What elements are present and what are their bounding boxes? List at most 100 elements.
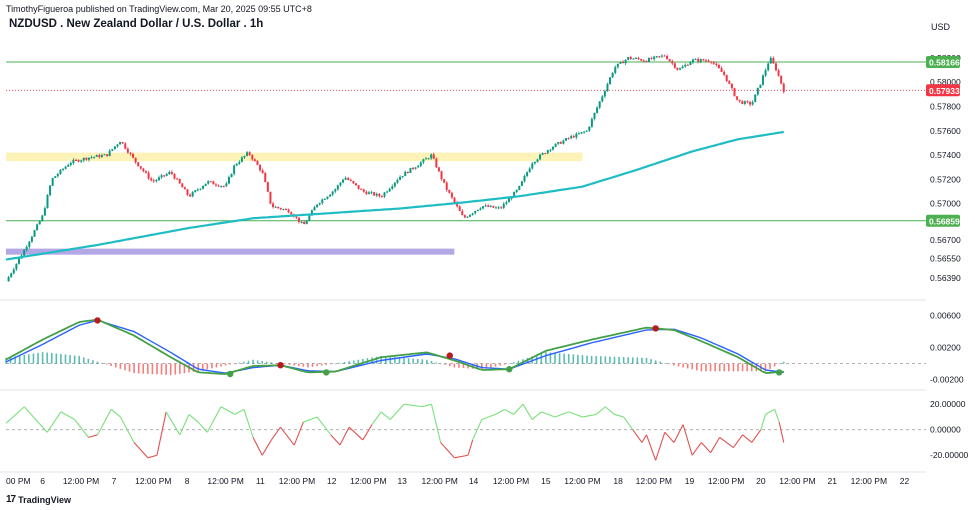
histogram-bar [668, 363, 671, 365]
candle-body [300, 221, 303, 223]
histogram-bar [403, 357, 405, 364]
time-axis-label: 12:00 PM [135, 476, 171, 486]
candle-body [679, 68, 682, 70]
momentum-segment [243, 409, 254, 438]
time-axis-label: 12:00 PM [564, 476, 600, 486]
histogram-bar [654, 360, 657, 364]
time-axis-label: 8 [185, 476, 190, 486]
candle-body [230, 173, 233, 178]
histogram-bar [73, 355, 76, 364]
sell-signal-dot [277, 362, 284, 369]
histogram-bar [311, 363, 314, 367]
histogram-bar [247, 360, 250, 364]
candle-body [137, 162, 140, 167]
candle-body [207, 181, 210, 184]
histogram-bar [156, 363, 158, 375]
candle-body [77, 159, 80, 162]
candle-body [139, 166, 142, 169]
histogram-bar [650, 359, 652, 364]
candle-body [10, 273, 13, 277]
momentum-segment [348, 426, 364, 441]
momentum-segment [467, 439, 474, 456]
tradingview-brand[interactable]: 17 TradingView [6, 494, 71, 505]
candle-body [414, 167, 417, 169]
momentum-segment [280, 426, 295, 446]
histogram-bar [151, 363, 154, 375]
candle-body [256, 160, 259, 166]
candle-body [318, 203, 321, 205]
candle-body [531, 163, 534, 169]
buy-signal-dot [226, 370, 234, 378]
momentum-segment [614, 413, 624, 418]
candle-body [528, 168, 531, 173]
candle-body [266, 182, 269, 192]
oscillator-tick-label: -0.00200 [930, 375, 964, 385]
momentum-segment [522, 403, 533, 420]
candle-body [640, 59, 643, 61]
momentum-segment [389, 403, 405, 420]
price-tick-label: 0.56550 [930, 253, 961, 263]
candle-body [767, 63, 770, 71]
candle-body [399, 176, 402, 180]
candle-body [220, 186, 223, 188]
candle-body [609, 77, 612, 85]
candle-body [694, 59, 697, 61]
momentum-segment [673, 424, 684, 443]
histogram-bar [554, 352, 556, 364]
candle-body [769, 57, 772, 64]
candle-body [743, 101, 746, 104]
histogram-bar [165, 363, 167, 375]
candle-body [393, 182, 396, 187]
histogram-bar [714, 363, 716, 372]
candle-body [583, 131, 586, 133]
candle-body [704, 60, 707, 62]
candle-body [676, 67, 679, 70]
histogram-bar [320, 363, 323, 366]
histogram-bar [590, 355, 593, 364]
candle-body [290, 212, 293, 215]
candle-body [116, 144, 119, 147]
candle-body [482, 206, 485, 209]
histogram-bar [275, 362, 277, 364]
candle-body [396, 179, 399, 183]
chart-canvas[interactable]: 0.582000.580000.578000.576000.574000.572… [0, 0, 975, 510]
candle-body [466, 216, 469, 218]
candle-body [518, 185, 521, 190]
candle-body [689, 62, 692, 66]
momentum-segment [133, 442, 149, 459]
candle-body [552, 146, 555, 150]
histogram-bar [243, 361, 245, 364]
candle-body [754, 94, 757, 103]
histogram-bar [636, 357, 639, 364]
candle-body [562, 140, 565, 144]
candle-body [386, 191, 389, 193]
momentum-segment [197, 421, 208, 433]
candle-body [710, 61, 713, 63]
price-tick-label: 0.57200 [930, 174, 961, 184]
candle-body [28, 241, 31, 247]
candle-body [629, 56, 632, 59]
price-tick-label: 0.56700 [930, 235, 961, 245]
candle-body [666, 56, 669, 60]
histogram-bar [426, 359, 428, 364]
candle-body [305, 220, 308, 225]
histogram-bar [508, 363, 511, 365]
time-axis-label: 12:00 PM [350, 476, 386, 486]
candle-body [419, 162, 422, 166]
candle-body [681, 66, 684, 69]
oscillator-slow-line [5, 319, 784, 374]
momentum-segment [645, 434, 657, 461]
momentum-segment [440, 442, 455, 459]
time-axis-label: 19 [685, 476, 695, 486]
momentum-segment [641, 434, 647, 443]
candle-body [336, 185, 339, 190]
buy-signal-dot [775, 369, 783, 376]
candle-body [74, 159, 77, 161]
histogram-bar [746, 363, 748, 372]
candle-body [720, 68, 723, 72]
histogram-bar [700, 363, 703, 372]
histogram-bar [705, 363, 707, 372]
histogram-bar [540, 353, 543, 364]
momentum-segment [403, 403, 423, 408]
candle-body [191, 192, 194, 197]
